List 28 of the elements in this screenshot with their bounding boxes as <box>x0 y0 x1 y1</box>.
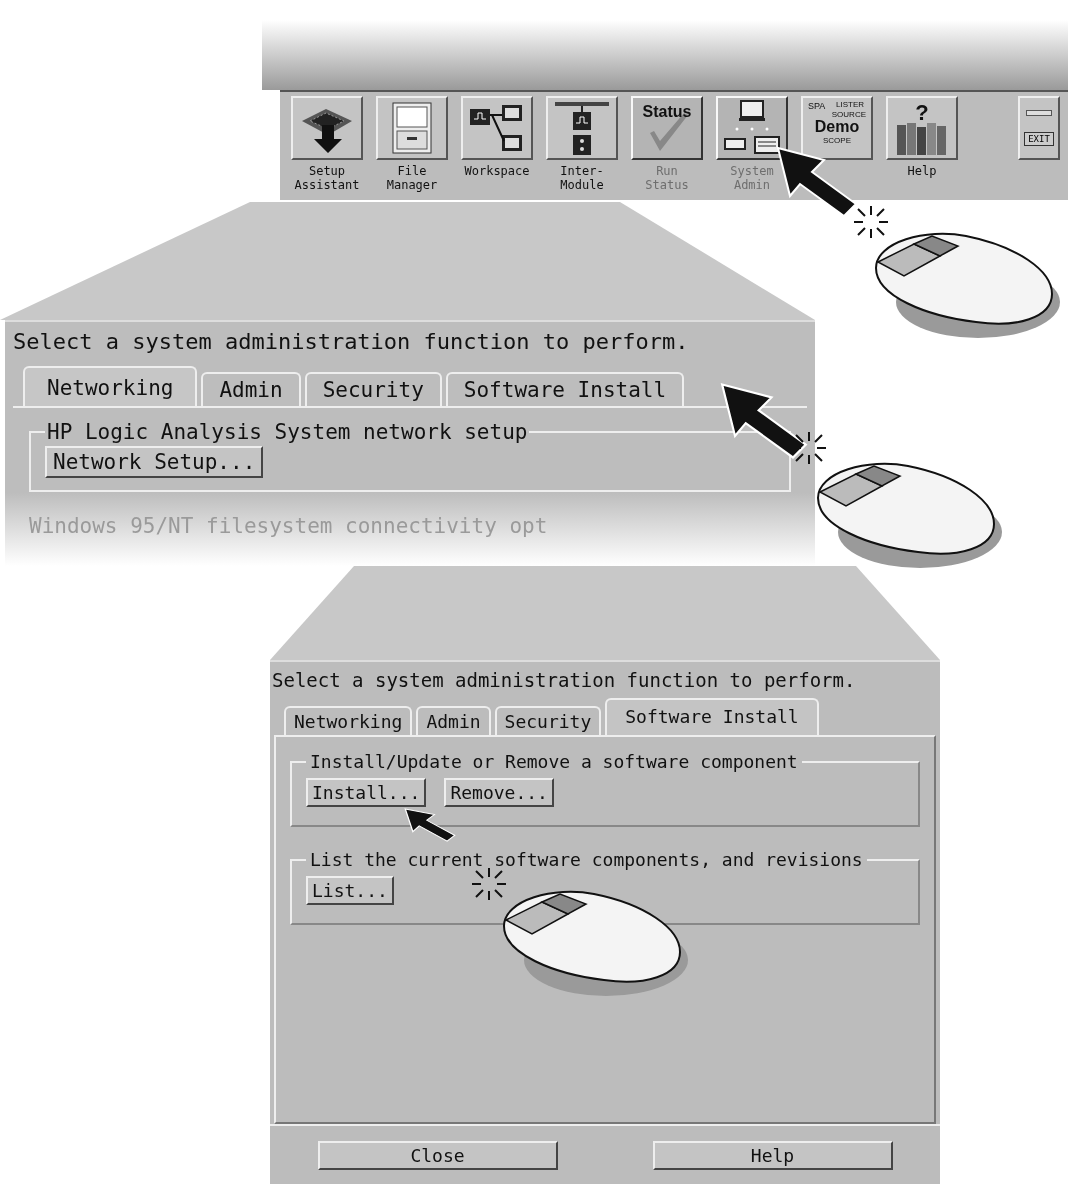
action-button[interactable]: List... <box>306 876 394 905</box>
click-burst-icon <box>852 204 890 240</box>
demo-icon: SPA LISTER SOURCE Demo SCOPE <box>806 99 868 157</box>
tab[interactable]: Software Install <box>605 698 819 735</box>
group-title: List the current software components, and revisions <box>309 849 864 870</box>
dialog-button[interactable]: Close <box>317 1140 558 1170</box>
network-setup-button[interactable]: Network Setup... <box>45 446 264 478</box>
computer-printer-icon <box>721 99 783 157</box>
action-button[interactable]: Remove... <box>444 778 554 807</box>
exit-button[interactable]: EXIT <box>1018 96 1060 160</box>
dialog-button[interactable]: Help <box>652 1140 893 1170</box>
action-button[interactable]: Install... <box>306 778 427 807</box>
tab[interactable]: Security <box>304 372 442 406</box>
tab[interactable]: Networking <box>284 706 413 735</box>
faded-group-title: Windows 95/NT filesystem connectivity opt <box>29 514 549 538</box>
prompt-text: Select a system administration function to perform. <box>271 668 857 692</box>
prompt-text: Select a system administration function to perform. <box>13 329 689 354</box>
arrow-cursor-icon <box>776 146 858 218</box>
click-burst-icon <box>470 866 508 902</box>
tab[interactable]: Admin <box>201 372 301 406</box>
tab[interactable]: Admin <box>416 706 491 735</box>
tab[interactable]: Security <box>494 706 602 735</box>
tab[interactable]: Networking <box>23 366 198 406</box>
arrow-cursor-icon <box>404 808 456 842</box>
group-title: Install/Update or Remove a software component <box>309 751 799 772</box>
group-title: HP Logic Analysis System network setup <box>46 420 529 444</box>
arrow-cursor-icon <box>720 381 808 461</box>
tab[interactable]: Software Install <box>445 372 685 406</box>
